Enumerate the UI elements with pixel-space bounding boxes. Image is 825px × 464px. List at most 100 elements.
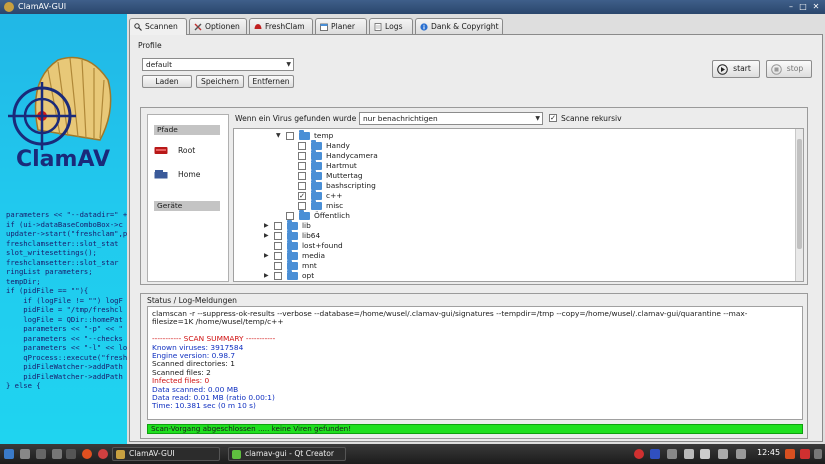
code-line: updater->start("freshclam",p xyxy=(6,229,127,238)
show-desktop-icon[interactable] xyxy=(814,449,822,459)
recursive-checkbox[interactable]: ✓ xyxy=(549,114,557,122)
clamav-logo: ClamAV xyxy=(8,56,112,172)
tree-checkbox[interactable] xyxy=(274,272,282,280)
paths-header: Pfade xyxy=(154,125,220,135)
logout-icon[interactable] xyxy=(785,449,795,459)
tree-item-label: media xyxy=(302,251,326,260)
save-profile-button[interactable]: Speichern xyxy=(196,75,244,88)
network-icon[interactable] xyxy=(736,449,746,459)
taskbar-task[interactable]: clamav-gui - Qt Creator xyxy=(228,447,346,461)
folder-icon xyxy=(287,270,298,280)
volume-icon[interactable] xyxy=(718,449,728,459)
tree-checkbox[interactable] xyxy=(274,252,282,260)
folder-icon xyxy=(287,230,298,240)
tab-optionen[interactable]: Optionen xyxy=(189,18,247,34)
desktop-icon[interactable] xyxy=(20,449,30,459)
tree-checkbox[interactable] xyxy=(298,162,306,170)
code-line: pidFileWatcher->addPath xyxy=(6,371,123,381)
folder-icon xyxy=(311,140,322,150)
tree-checkbox[interactable] xyxy=(298,142,306,150)
tree-checkbox[interactable] xyxy=(298,152,306,160)
code-snippet: parameters << "--datadir=" + if (ui->data… xyxy=(6,210,127,391)
directory-tree: ▼ temp Handy Handycamera Hartmut Muttertag bas… xyxy=(233,128,804,282)
tree-checkbox[interactable] xyxy=(274,222,282,230)
code-line: parameters << "-p" << " xyxy=(6,324,123,333)
menu-icon[interactable] xyxy=(4,449,14,459)
usb-icon[interactable] xyxy=(700,449,710,459)
tree-scrollbar[interactable] xyxy=(795,129,803,281)
folder-icon xyxy=(311,170,322,180)
log-line: Scanned files: 2 xyxy=(152,367,211,377)
browser-icon[interactable] xyxy=(82,449,92,459)
close-icon[interactable]: ✕ xyxy=(811,2,821,12)
recursive-label: Scanne rekursiv xyxy=(561,114,622,123)
tree-checkbox[interactable] xyxy=(286,132,294,140)
maximize-icon[interactable]: □ xyxy=(798,2,808,12)
code-line: pidFileWatcher->addPath xyxy=(6,362,123,371)
bluetooth-icon[interactable] xyxy=(684,449,694,459)
code-line: slot_writesettings(); xyxy=(6,248,97,257)
tab-freshclam[interactable]: FreshClam xyxy=(249,18,313,34)
code-line: if (pidFile == ""){ xyxy=(6,286,89,295)
scrollbar-thumb[interactable] xyxy=(797,139,802,249)
expand-arrow-icon[interactable]: ▼ xyxy=(276,131,281,141)
chrome-icon[interactable] xyxy=(98,449,108,459)
tray-updates-icon[interactable] xyxy=(667,449,677,459)
log-line: Engine version: 0.98.7 xyxy=(152,351,236,361)
tree-checkbox[interactable] xyxy=(274,242,282,250)
devices-header: Geräte xyxy=(154,201,220,211)
tray-app-icon[interactable] xyxy=(634,449,644,459)
magnifier-icon xyxy=(134,23,142,31)
log-output[interactable]: clamscan -r --suppress-ok-results --verb… xyxy=(147,306,803,420)
power-icon[interactable] xyxy=(800,449,810,459)
scan-frame: Pfade Root Home Geräte Wenn ein Virus ge… xyxy=(140,107,808,285)
code-line: qProcess::execute("fresh xyxy=(6,352,127,362)
virus-action-combobox[interactable]: nur benachrichtigen ▼ xyxy=(359,112,543,125)
tree-item-label: misc xyxy=(326,201,344,210)
taskbar-task[interactable]: ClamAV-GUI xyxy=(112,447,220,461)
tree-checkbox[interactable] xyxy=(298,202,306,210)
log-line: ----------- SCAN SUMMARY ----------- xyxy=(152,334,276,344)
virus-action-label: Wenn ein Virus gefunden wurde xyxy=(235,114,357,123)
folder-icon xyxy=(311,200,322,210)
window-icon[interactable] xyxy=(66,449,76,459)
collapse-arrow-icon[interactable]: ▶ xyxy=(264,221,269,231)
tree-item-label: bashscripting xyxy=(326,181,376,190)
tree-checkbox[interactable]: ✓ xyxy=(298,192,306,200)
minimize-icon[interactable]: – xyxy=(786,2,796,12)
code-line: parameters << "--checks xyxy=(6,333,123,343)
tree-item-label: lib64 xyxy=(302,231,321,240)
chevron-down-icon: ▼ xyxy=(535,115,540,122)
folder-icon xyxy=(287,220,298,230)
tab-logs[interactable]: Logs xyxy=(369,18,413,34)
tree-item-label: Öffentlich xyxy=(314,211,350,220)
code-line: parameters << "-l" << lo xyxy=(6,343,127,352)
task-app-icon xyxy=(232,450,241,459)
task-label: ClamAV-GUI xyxy=(129,449,175,458)
folder-icon xyxy=(287,240,298,250)
tab-scannen[interactable]: Scannen xyxy=(129,18,187,35)
collapse-arrow-icon[interactable]: ▶ xyxy=(264,271,269,281)
tree-checkbox[interactable] xyxy=(286,212,294,220)
collapse-arrow-icon[interactable]: ▶ xyxy=(264,251,269,261)
svg-text:ClamAV: ClamAV xyxy=(16,147,110,172)
terminal-icon[interactable] xyxy=(36,449,46,459)
tab-planer[interactable]: Planer xyxy=(315,18,367,34)
file-manager-icon[interactable] xyxy=(52,449,62,459)
tree-checkbox[interactable] xyxy=(298,182,306,190)
start-button[interactable]: start xyxy=(712,60,760,78)
folder-icon xyxy=(311,190,322,200)
stop-button[interactable]: stop xyxy=(766,60,812,78)
tray-network-icon[interactable] xyxy=(650,449,660,459)
tree-checkbox[interactable] xyxy=(274,262,282,270)
tree-checkbox[interactable] xyxy=(298,172,306,180)
tree-checkbox[interactable] xyxy=(274,232,282,240)
tree-item-label: lib xyxy=(302,221,311,230)
tab-dank-copyright[interactable]: Dank & Copyright xyxy=(415,18,503,34)
folder-icon xyxy=(299,210,310,220)
main-window: Scannen Optionen FreshClam Planer Logs D… xyxy=(127,14,825,444)
load-profile-button[interactable]: Laden xyxy=(142,75,192,88)
profile-combobox[interactable]: default ▼ xyxy=(142,58,294,71)
collapse-arrow-icon[interactable]: ▶ xyxy=(264,231,269,241)
remove-profile-button[interactable]: Entfernen xyxy=(248,75,294,88)
